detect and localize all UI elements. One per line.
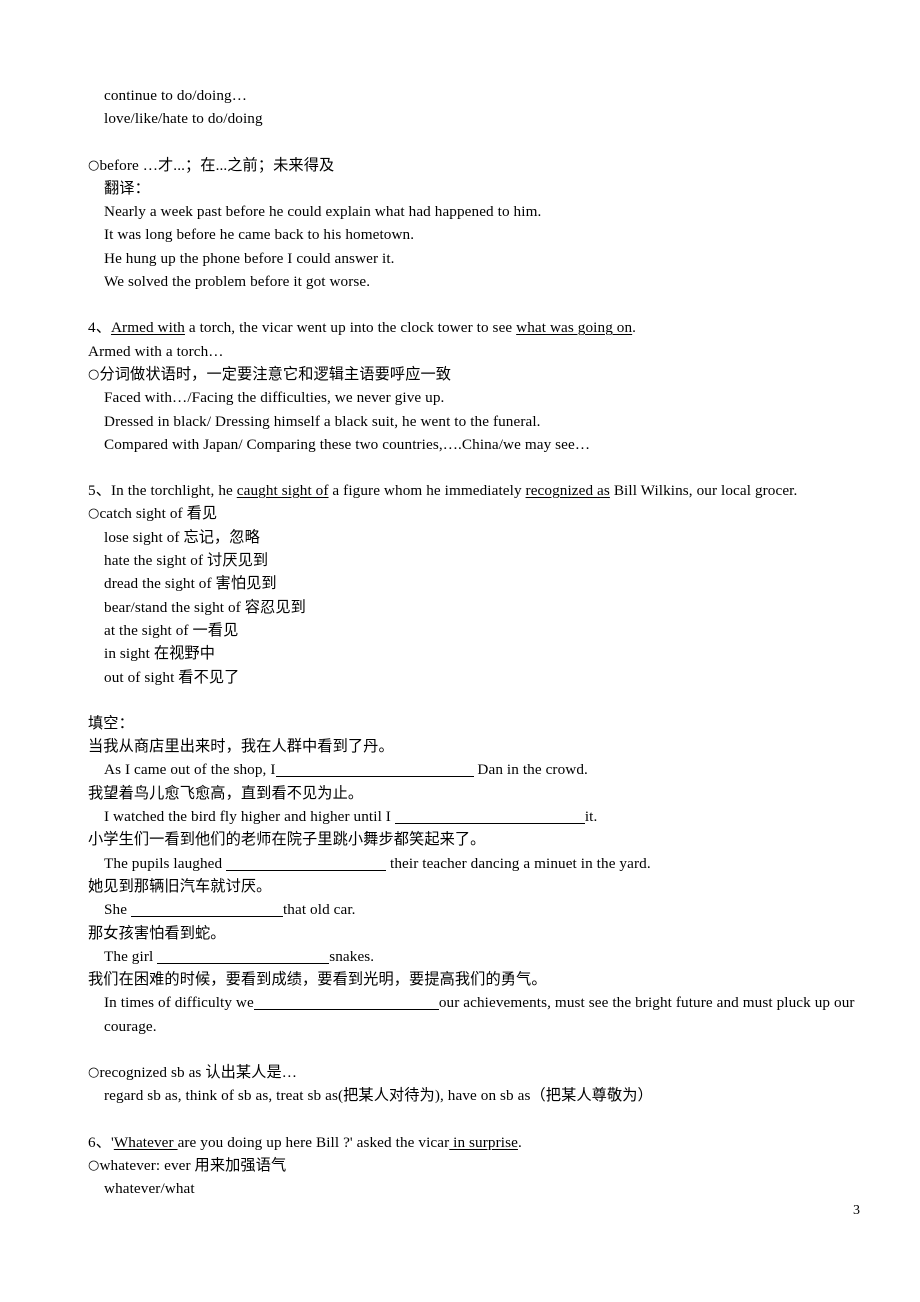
circle-marker-icon: ○ xyxy=(88,157,100,173)
sentence-text: Dan in the crowd. xyxy=(473,761,588,779)
example-line: We solved the problem before it got wors… xyxy=(104,273,371,291)
underlined-phrase: caught sight of xyxy=(236,482,329,500)
sentence-text: The girl xyxy=(104,947,158,965)
fill-in-line: She that old car. xyxy=(88,898,858,921)
circle-marker-icon: ○ xyxy=(88,366,100,382)
sentence-text: are you doing up here Bill ?' asked the … xyxy=(177,1133,450,1151)
bullet-text: before …才...；在...之前；未来得及 xyxy=(99,156,335,174)
sentence-text: The pupils laughed xyxy=(104,854,227,872)
sentence-text: Bill Wilkins, our local grocer. xyxy=(609,482,798,500)
example-line: Compared with Japan/ Comparing these two… xyxy=(104,435,591,453)
fill-in-line: The girl snakes. xyxy=(88,945,858,968)
phrase-line: bear/stand the sight of 容忍见到 xyxy=(104,598,306,616)
prompt-chinese: 我望着鸟儿愈飞愈高，直到看不见为止。 xyxy=(88,784,364,802)
prompt-chinese: 当我从商店里出来时，我在人群中看到了丹。 xyxy=(88,738,394,756)
text-line: 翻译： xyxy=(104,179,150,197)
circle-marker-icon: ○ xyxy=(88,506,100,522)
example-line: Nearly a week past before he could expla… xyxy=(104,203,542,221)
text-line: Armed with a torch… xyxy=(88,342,224,360)
phrase-line: whatever/what xyxy=(104,1180,195,1198)
phrase-line: hate the sight of 讨厌见到 xyxy=(104,552,269,570)
fill-in-line: As I came out of the shop, I Dan in the … xyxy=(88,758,858,781)
answer-blank[interactable] xyxy=(275,762,474,778)
example-line: He hung up the phone before I could answ… xyxy=(104,249,395,267)
fill-in-line: The pupils laughed their teacher dancing… xyxy=(88,852,858,875)
bullet-line-participle: ○分词做状语时，一定要注意它和逻辑主语要呼应一致 xyxy=(88,363,858,386)
prompt-chinese: 小学生们一看到他们的老师在院子里跳小舞步都笑起来了。 xyxy=(88,831,486,849)
underlined-phrase: in surprise xyxy=(449,1133,518,1151)
underlined-phrase: recognized as xyxy=(525,482,610,500)
bullet-text: 分词做状语时，一定要注意它和逻辑主语要呼应一致 xyxy=(99,365,452,383)
answer-blank[interactable] xyxy=(130,902,283,918)
section-5-sentence: 5、In the torchlight, he caught sight of … xyxy=(88,479,858,502)
phrase-line: regard sb as, think of sb as, treat sb a… xyxy=(104,1087,653,1105)
sentence-text: it. xyxy=(584,808,598,826)
bullet-text: whatever: ever 用来加强语气 xyxy=(99,1156,287,1174)
sentence-text: that old car. xyxy=(282,901,356,919)
example-line: Dressed in black/ Dressing himself a bla… xyxy=(104,412,541,430)
example-line: It was long before he came back to his h… xyxy=(104,226,415,244)
phrase-line: out of sight 看不见了 xyxy=(104,668,240,686)
phrase-line: lose sight of 忘记，忽略 xyxy=(104,528,260,546)
circle-marker-icon: ○ xyxy=(88,1064,100,1080)
fill-in-heading: 填空： xyxy=(88,714,134,732)
phrase-line: in sight 在视野中 xyxy=(104,645,215,663)
sentence-text: a torch, the vicar went up into the cloc… xyxy=(184,319,517,337)
underlined-phrase: Armed with xyxy=(110,319,185,337)
prompt-chinese: 那女孩害怕看到蛇。 xyxy=(88,924,226,942)
item-number: 6、 xyxy=(88,1133,111,1151)
answer-blank[interactable] xyxy=(226,856,387,871)
bullet-text: catch sight of 看见 xyxy=(99,505,218,523)
document-body: continue to do/doing… love/like/hate to … xyxy=(88,84,858,1200)
prompt-chinese: 我们在困难的时候，要看到成绩，要看到光明，要提高我们的勇气。 xyxy=(88,971,547,989)
fill-in-line: I watched the bird fly higher and higher… xyxy=(88,805,858,828)
sentence-text: . xyxy=(517,1133,522,1151)
prompt-chinese: 她见到那辆旧汽车就讨厌。 xyxy=(88,877,272,895)
answer-blank[interactable] xyxy=(394,809,585,825)
underlined-phrase: Whatever xyxy=(113,1133,178,1151)
bullet-text: recognized sb as 认出某人是… xyxy=(99,1063,298,1081)
sentence-text: . xyxy=(632,319,637,337)
item-number: 4、 xyxy=(88,319,111,337)
section-6-sentence: 6、'Whatever are you doing up here Bill ?… xyxy=(88,1131,858,1154)
bullet-line-before: ○before …才...；在...之前；未来得及 xyxy=(88,154,858,177)
bullet-line-recognize: ○recognized sb as 认出某人是… xyxy=(88,1061,858,1084)
fill-in-line: In times of difficulty we our achievement… xyxy=(88,991,858,1038)
sentence-text: I watched the bird fly higher and higher… xyxy=(104,808,395,826)
page-number: 3 xyxy=(853,1203,860,1218)
phrase-line: dread the sight of 害怕见到 xyxy=(104,575,277,593)
circle-marker-icon: ○ xyxy=(88,1157,100,1173)
text-line: love/like/hate to do/doing xyxy=(104,110,263,128)
sentence-text: In times of difficulty we xyxy=(104,994,254,1012)
example-line: Faced with…/Facing the difficulties, we … xyxy=(104,389,445,407)
bullet-line-whatever: ○whatever: ever 用来加强语气 xyxy=(88,1154,858,1177)
answer-blank[interactable] xyxy=(253,995,439,1011)
underlined-phrase: what was going on xyxy=(516,319,633,337)
document-page: continue to do/doing… love/like/hate to … xyxy=(0,0,920,1302)
sentence-text: snakes. xyxy=(329,947,375,965)
sentence-text: She xyxy=(104,901,131,919)
text-line: continue to do/doing… xyxy=(104,87,247,104)
bullet-line-catch-sight: ○catch sight of 看见 xyxy=(88,502,858,525)
item-number: 5、 xyxy=(88,482,111,500)
sentence-text: As I came out of the shop, I xyxy=(104,761,276,779)
answer-blank[interactable] xyxy=(157,949,330,964)
sentence-text: In the torchlight, he xyxy=(110,482,237,500)
phrase-line: at the sight of 一看见 xyxy=(104,621,239,639)
sentence-text: their teacher dancing a minuet in the ya… xyxy=(386,854,651,872)
sentence-text: a figure whom he immediately xyxy=(328,482,526,500)
section-4-sentence: 4、Armed with a torch, the vicar went up … xyxy=(88,316,858,339)
